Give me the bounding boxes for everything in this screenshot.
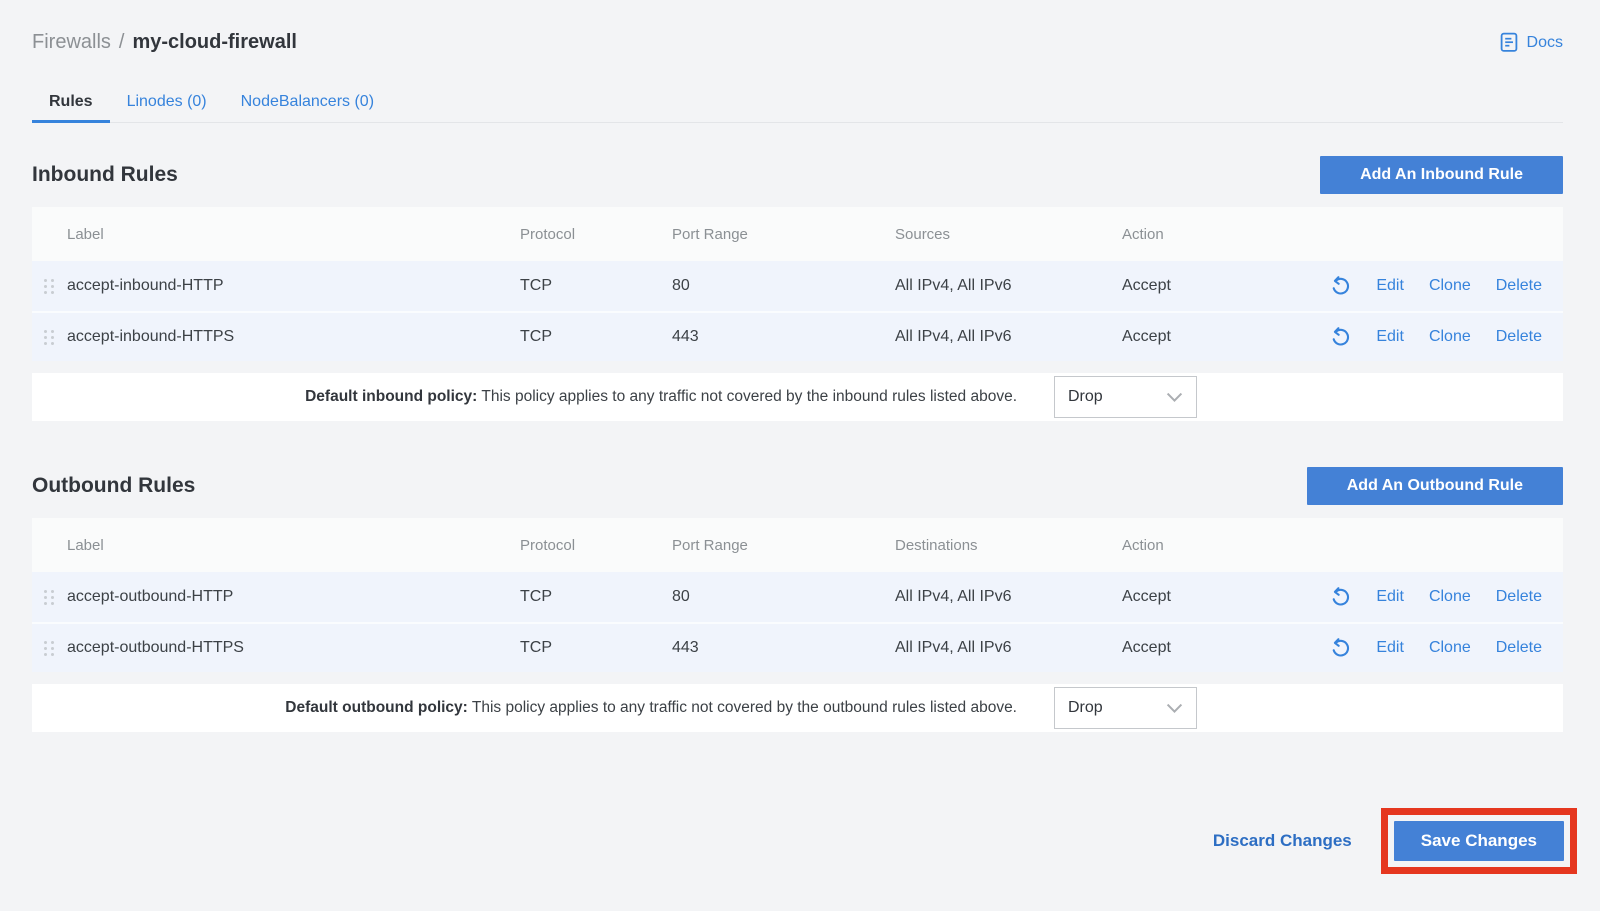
- breadcrumb-firewalls-link[interactable]: Firewalls: [32, 31, 111, 54]
- inbound-table-header-row: Label Protocol Port Range Sources Action: [32, 207, 1563, 261]
- column-header-action: Action: [1122, 537, 1272, 554]
- policy-label: Default outbound policy:: [285, 699, 468, 716]
- table-row-outbound-https: accept-outbound-HTTPS TCP 443 All IPv4, …: [32, 622, 1563, 672]
- rule-action: Accept: [1122, 588, 1272, 606]
- rule-destinations: All IPv4, All IPv6: [895, 588, 1122, 606]
- column-header-port: Port Range: [672, 537, 895, 554]
- docs-icon: [1499, 32, 1519, 53]
- edit-link[interactable]: Edit: [1376, 328, 1404, 346]
- rule-sources: All IPv4, All IPv6: [895, 328, 1122, 346]
- chevron-down-icon: [1166, 392, 1183, 403]
- undo-icon[interactable]: [1329, 326, 1351, 348]
- rule-action: Accept: [1122, 277, 1272, 295]
- delete-link[interactable]: Delete: [1496, 328, 1542, 346]
- policy-description: This policy applies to any traffic not c…: [481, 388, 1017, 405]
- inbound-policy-select[interactable]: Drop: [1054, 376, 1197, 418]
- rule-port: 443: [672, 639, 895, 657]
- delete-link[interactable]: Delete: [1496, 639, 1542, 657]
- docs-label: Docs: [1527, 34, 1563, 52]
- table-row-outbound-http: accept-outbound-HTTP TCP 80 All IPv4, Al…: [32, 572, 1563, 622]
- chevron-down-icon: [1166, 703, 1183, 714]
- outbound-policy-select[interactable]: Drop: [1054, 687, 1197, 729]
- firewall-detail-page: Firewalls / my-cloud-firewall Docs Rules…: [32, 0, 1563, 874]
- column-header-label: Label: [67, 226, 520, 243]
- edit-link[interactable]: Edit: [1376, 277, 1404, 295]
- annotation-highlight-box: Save Changes: [1381, 808, 1577, 874]
- undo-icon[interactable]: [1329, 586, 1351, 608]
- column-header-protocol: Protocol: [520, 537, 672, 554]
- outbound-section-header: Outbound Rules Add An Outbound Rule: [32, 467, 1563, 505]
- rule-protocol: TCP: [520, 328, 672, 346]
- drag-handle-icon[interactable]: [44, 590, 54, 605]
- rule-sources: All IPv4, All IPv6: [895, 277, 1122, 295]
- delete-link[interactable]: Delete: [1496, 277, 1542, 295]
- rule-label: accept-outbound-HTTP: [67, 588, 520, 606]
- rule-protocol: TCP: [520, 277, 672, 295]
- rule-port: 80: [672, 277, 895, 295]
- clone-link[interactable]: Clone: [1429, 277, 1471, 295]
- tab-nodebalancers[interactable]: NodeBalancers (0): [224, 81, 391, 122]
- column-header-protocol: Protocol: [520, 226, 672, 243]
- rule-action: Accept: [1122, 639, 1272, 657]
- rule-protocol: TCP: [520, 639, 672, 657]
- table-row-inbound-https: accept-inbound-HTTPS TCP 443 All IPv4, A…: [32, 311, 1563, 361]
- selected-value: Drop: [1068, 388, 1103, 406]
- column-header-label: Label: [67, 537, 520, 554]
- rule-protocol: TCP: [520, 588, 672, 606]
- inbound-rules-heading: Inbound Rules: [32, 163, 178, 187]
- inbound-section-header: Inbound Rules Add An Inbound Rule: [32, 156, 1563, 194]
- delete-link[interactable]: Delete: [1496, 588, 1542, 606]
- rule-action: Accept: [1122, 328, 1272, 346]
- clone-link[interactable]: Clone: [1429, 588, 1471, 606]
- docs-link[interactable]: Docs: [1499, 32, 1563, 53]
- tab-label: NodeBalancers (0): [241, 93, 374, 111]
- edit-link[interactable]: Edit: [1376, 639, 1404, 657]
- outbound-rules-heading: Outbound Rules: [32, 474, 195, 498]
- edit-link[interactable]: Edit: [1376, 588, 1404, 606]
- undo-icon[interactable]: [1329, 637, 1351, 659]
- rule-destinations: All IPv4, All IPv6: [895, 639, 1122, 657]
- tab-rules[interactable]: Rules: [32, 81, 110, 122]
- tab-label: Linodes (0): [127, 93, 207, 111]
- add-outbound-rule-button[interactable]: Add An Outbound Rule: [1307, 467, 1563, 505]
- page-header: Firewalls / my-cloud-firewall Docs: [32, 0, 1563, 54]
- tab-label: Rules: [49, 93, 93, 111]
- table-row-inbound-http: accept-inbound-HTTP TCP 80 All IPv4, All…: [32, 261, 1563, 311]
- breadcrumb: Firewalls / my-cloud-firewall: [32, 31, 297, 54]
- rule-label: accept-inbound-HTTPS: [67, 328, 520, 346]
- policy-description: This policy applies to any traffic not c…: [472, 699, 1017, 716]
- outbound-table-header-row: Label Protocol Port Range Destinations A…: [32, 518, 1563, 572]
- inbound-rules-table: Label Protocol Port Range Sources Action…: [32, 207, 1563, 361]
- outbound-rules-table: Label Protocol Port Range Destinations A…: [32, 518, 1563, 672]
- undo-icon[interactable]: [1329, 275, 1351, 297]
- drag-handle-icon[interactable]: [44, 279, 54, 294]
- selected-value: Drop: [1068, 699, 1103, 717]
- rule-label: accept-outbound-HTTPS: [67, 639, 520, 657]
- rule-port: 443: [672, 328, 895, 346]
- page-title: my-cloud-firewall: [132, 31, 296, 54]
- discard-changes-button[interactable]: Discard Changes: [1213, 831, 1352, 851]
- drag-handle-icon[interactable]: [44, 330, 54, 345]
- rule-label: accept-inbound-HTTP: [67, 277, 520, 295]
- breadcrumb-separator: /: [119, 31, 125, 54]
- drag-handle-icon[interactable]: [44, 641, 54, 656]
- default-inbound-policy-text: Default inbound policy: This policy appl…: [305, 388, 1017, 406]
- tab-bar: Rules Linodes (0) NodeBalancers (0): [32, 81, 1563, 123]
- default-outbound-policy-text: Default outbound policy: This policy app…: [285, 699, 1017, 717]
- default-outbound-policy-row: Default outbound policy: This policy app…: [32, 684, 1563, 732]
- clone-link[interactable]: Clone: [1429, 328, 1471, 346]
- rule-port: 80: [672, 588, 895, 606]
- column-header-destinations: Destinations: [895, 537, 1122, 554]
- clone-link[interactable]: Clone: [1429, 639, 1471, 657]
- form-actions: Discard Changes Save Changes: [32, 808, 1563, 874]
- default-inbound-policy-row: Default inbound policy: This policy appl…: [32, 373, 1563, 421]
- column-header-sources: Sources: [895, 226, 1122, 243]
- add-inbound-rule-button[interactable]: Add An Inbound Rule: [1320, 156, 1563, 194]
- policy-label: Default inbound policy:: [305, 388, 477, 405]
- tab-linodes[interactable]: Linodes (0): [110, 81, 224, 122]
- column-header-action: Action: [1122, 226, 1272, 243]
- column-header-port: Port Range: [672, 226, 895, 243]
- save-changes-button[interactable]: Save Changes: [1394, 821, 1564, 861]
